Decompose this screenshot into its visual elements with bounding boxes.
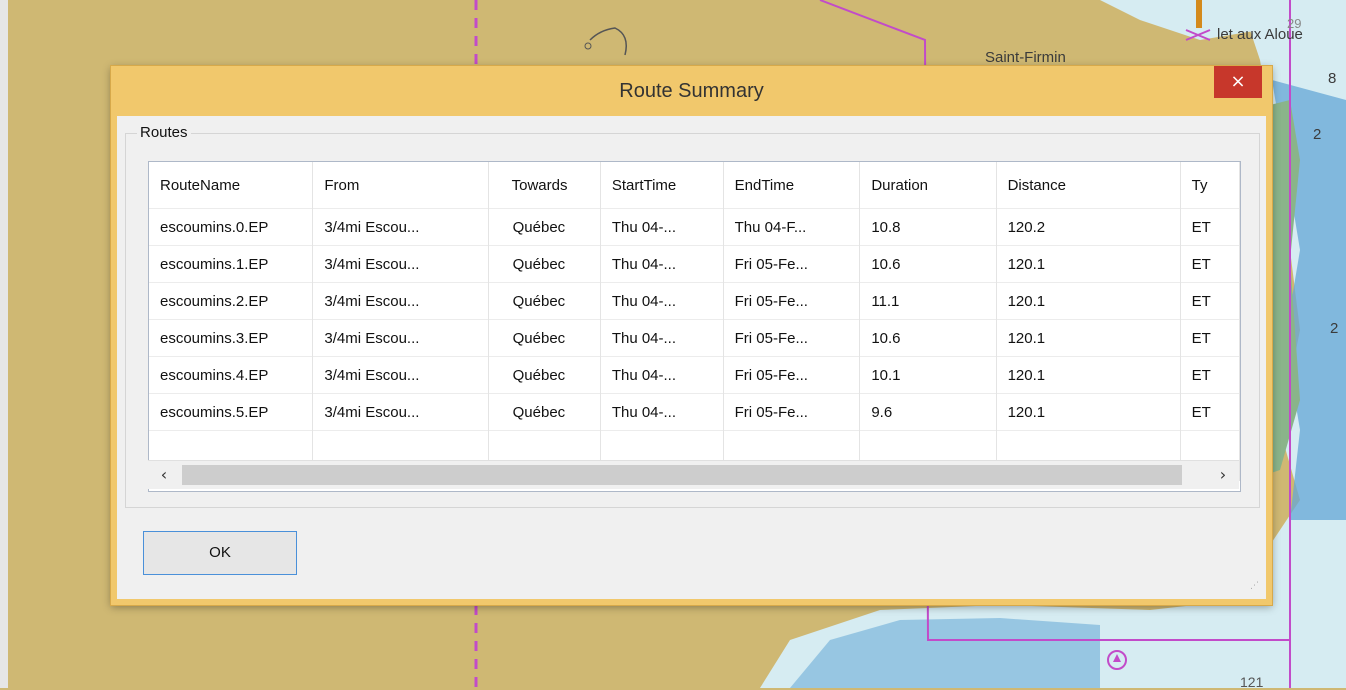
cell-towards: Québec	[488, 208, 601, 246]
cell-type: ET	[1180, 282, 1240, 320]
ok-button[interactable]: OK	[143, 531, 297, 575]
cell-routename: escoumins.0.EP	[149, 208, 314, 246]
scrollbar-thumb[interactable]	[182, 465, 1182, 485]
column-header-starttime[interactable]: StartTime	[600, 162, 724, 209]
routes-group-label: Routes	[137, 124, 191, 141]
cell-from: 3/4mi Escou...	[312, 319, 489, 357]
cell-starttime: Thu 04-...	[600, 356, 724, 394]
cell-starttime: Thu 04-...	[600, 393, 724, 431]
table-row[interactable]: escoumins.4.EP 3/4mi Escou... Québec Thu…	[149, 356, 1240, 394]
cell-from: 3/4mi Escou...	[312, 208, 489, 246]
cell-duration: 10.6	[859, 319, 997, 357]
cell-type: ET	[1180, 356, 1240, 394]
cell-routename: escoumins.4.EP	[149, 356, 314, 394]
scroll-right-icon[interactable]: ›	[1207, 461, 1239, 489]
cell-endtime: Fri 05-Fe...	[723, 282, 861, 320]
cell-endtime: Thu 04-F...	[723, 208, 861, 246]
route-summary-dialog: Route Summary × Routes RouteName From To…	[111, 66, 1272, 605]
column-header-endtime[interactable]: EndTime	[723, 162, 861, 209]
map-depth-label: 29	[1287, 16, 1302, 31]
cell-towards: Québec	[488, 356, 601, 394]
cell-routename: escoumins.1.EP	[149, 245, 314, 283]
cell-starttime: Thu 04-...	[600, 245, 724, 283]
column-header-duration[interactable]: Duration	[859, 162, 997, 209]
cell-duration: 9.6	[859, 393, 997, 431]
dialog-frame-bottom	[111, 599, 1272, 605]
column-header-type[interactable]: Ty	[1180, 162, 1240, 209]
cell-type: ET	[1180, 245, 1240, 283]
map-depth-label: 2	[1313, 126, 1322, 143]
cell-from: 3/4mi Escou...	[312, 393, 489, 431]
table-row[interactable]: escoumins.5.EP 3/4mi Escou... Québec Thu…	[149, 393, 1240, 431]
dialog-title: Route Summary	[619, 80, 764, 102]
cell-endtime: Fri 05-Fe...	[723, 393, 861, 431]
cell-routename: escoumins.3.EP	[149, 319, 314, 357]
close-icon: ×	[1230, 71, 1246, 92]
cell-type: ET	[1180, 319, 1240, 357]
cell-towards: Québec	[488, 393, 601, 431]
map-depth-label: 8	[1328, 70, 1337, 87]
cell-towards: Québec	[488, 319, 601, 357]
column-header-distance[interactable]: Distance	[996, 162, 1181, 209]
cell-endtime: Fri 05-Fe...	[723, 356, 861, 394]
cell-towards: Québec	[488, 282, 601, 320]
cell-endtime: Fri 05-Fe...	[723, 245, 861, 283]
map-depth-label: 2	[1330, 320, 1339, 337]
cell-duration: 10.8	[859, 208, 997, 246]
cell-routename: escoumins.5.EP	[149, 393, 314, 431]
cell-duration: 10.1	[859, 356, 997, 394]
table-row[interactable]: escoumins.2.EP 3/4mi Escou... Québec Thu…	[149, 282, 1240, 320]
scroll-left-icon[interactable]: ‹	[148, 461, 180, 489]
cell-distance: 120.2	[996, 208, 1181, 246]
table-row[interactable]: escoumins.1.EP 3/4mi Escou... Québec Thu…	[149, 245, 1240, 283]
cell-from: 3/4mi Escou...	[312, 245, 489, 283]
table-header-row: RouteName From Towards StartTime EndTime…	[149, 162, 1240, 209]
column-header-towards[interactable]: Towards	[488, 162, 601, 209]
table-row[interactable]: escoumins.3.EP 3/4mi Escou... Québec Thu…	[149, 319, 1240, 357]
table-row[interactable]: escoumins.0.EP 3/4mi Escou... Québec Thu…	[149, 208, 1240, 246]
cell-type: ET	[1180, 208, 1240, 246]
close-button[interactable]: ×	[1214, 66, 1262, 98]
cell-distance: 120.1	[996, 245, 1181, 283]
cell-duration: 11.1	[859, 282, 997, 320]
cell-towards: Québec	[488, 245, 601, 283]
dialog-frame-left	[111, 116, 117, 605]
map-label-saint-firmin: Saint-Firmin	[985, 49, 1066, 66]
cell-distance: 120.1	[996, 282, 1181, 320]
cell-distance: 120.1	[996, 356, 1181, 394]
resize-grip-icon[interactable]: ⋰	[1250, 581, 1260, 591]
cell-type: ET	[1180, 393, 1240, 431]
cell-starttime: Thu 04-...	[600, 208, 724, 246]
cell-starttime: Thu 04-...	[600, 282, 724, 320]
cell-endtime: Fri 05-Fe...	[723, 319, 861, 357]
dialog-frame-right	[1266, 116, 1272, 605]
cell-from: 3/4mi Escou...	[312, 282, 489, 320]
cell-routename: escoumins.2.EP	[149, 282, 314, 320]
routes-table[interactable]: RouteName From Towards StartTime EndTime…	[148, 161, 1241, 492]
cell-distance: 120.1	[996, 393, 1181, 431]
horizontal-scrollbar[interactable]: ‹ ›	[148, 460, 1239, 489]
column-header-routename[interactable]: RouteName	[149, 162, 314, 209]
column-header-from[interactable]: From	[312, 162, 489, 209]
cell-starttime: Thu 04-...	[600, 319, 724, 357]
cell-distance: 120.1	[996, 319, 1181, 357]
cell-duration: 10.6	[859, 245, 997, 283]
cell-from: 3/4mi Escou...	[312, 356, 489, 394]
